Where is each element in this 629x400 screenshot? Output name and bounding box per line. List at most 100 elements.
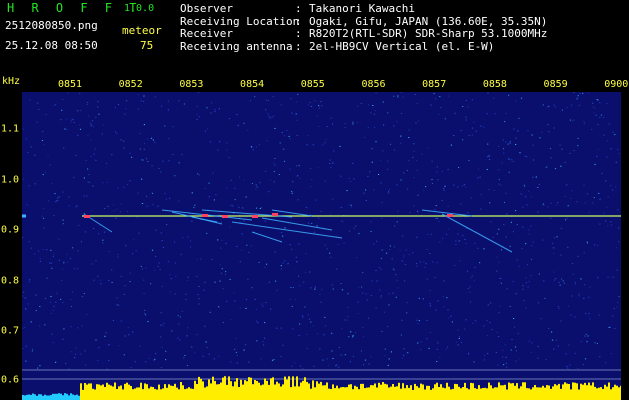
noise-speck bbox=[457, 344, 459, 346]
noise-speck bbox=[522, 206, 524, 208]
noise-speck bbox=[145, 267, 147, 269]
noise-speck bbox=[515, 210, 517, 212]
noise-speck bbox=[512, 231, 514, 233]
noise-speck bbox=[335, 235, 337, 237]
signal-level-bar bbox=[226, 384, 228, 400]
noise-speck bbox=[473, 280, 475, 282]
signal-level-bar bbox=[526, 388, 528, 400]
signal-level-bar bbox=[476, 388, 478, 400]
signal-level-bar bbox=[242, 384, 244, 400]
noise-speck bbox=[139, 133, 141, 134]
noise-speck bbox=[504, 121, 506, 123]
noise-speck bbox=[465, 242, 467, 244]
signal-level-bar bbox=[384, 383, 386, 400]
noise-speck bbox=[230, 319, 232, 321]
noise-speck bbox=[234, 348, 236, 350]
noise-speck bbox=[463, 183, 466, 185]
signal-level-bar bbox=[264, 378, 266, 400]
noise-speck bbox=[487, 156, 489, 158]
noise-speck bbox=[588, 296, 590, 298]
noise-speck bbox=[220, 221, 222, 223]
noise-speck bbox=[320, 301, 322, 303]
signal-level-bar bbox=[198, 376, 200, 400]
noise-speck bbox=[550, 217, 552, 219]
noise-speck bbox=[606, 156, 608, 158]
noise-speck bbox=[564, 161, 566, 163]
signal-level-bar bbox=[550, 388, 552, 400]
noise-speck bbox=[251, 287, 253, 289]
noise-speck bbox=[340, 175, 342, 177]
noise-speck bbox=[578, 293, 580, 295]
noise-speck bbox=[93, 279, 95, 281]
noise-speck bbox=[570, 104, 573, 106]
noise-speck bbox=[266, 140, 268, 142]
signal-level-bar bbox=[470, 382, 472, 400]
noise-speck bbox=[607, 326, 610, 328]
noise-speck bbox=[326, 248, 328, 250]
noise-speck bbox=[572, 120, 574, 122]
noise-speck bbox=[443, 280, 445, 282]
noise-speck bbox=[100, 283, 102, 285]
noise-speck bbox=[167, 109, 169, 111]
noise-speck bbox=[64, 128, 66, 130]
signal-level-bar bbox=[120, 385, 122, 400]
noise-speck bbox=[435, 205, 437, 207]
noise-speck bbox=[243, 349, 245, 351]
noise-speck bbox=[52, 309, 54, 311]
noise-speck bbox=[332, 123, 334, 125]
signal-level-bar bbox=[536, 387, 538, 400]
noise-speck bbox=[165, 350, 167, 352]
noise-speck bbox=[58, 238, 60, 240]
noise-speck bbox=[144, 313, 146, 315]
noise-speck bbox=[151, 192, 154, 194]
noise-speck bbox=[160, 232, 162, 234]
noise-speck bbox=[360, 102, 362, 104]
noise-speck bbox=[378, 174, 380, 175]
noise-speck bbox=[43, 144, 45, 146]
noise-speck bbox=[618, 241, 620, 243]
signal-level-bar bbox=[602, 389, 604, 400]
noise-speck bbox=[276, 289, 278, 291]
noise-speck bbox=[62, 191, 64, 193]
noise-speck bbox=[381, 331, 383, 332]
frequency-tick-label: 0.6 bbox=[1, 374, 20, 386]
noise-speck bbox=[306, 333, 308, 335]
noise-speck bbox=[530, 225, 532, 227]
noise-speck bbox=[266, 263, 268, 265]
signal-level-bar bbox=[96, 384, 98, 400]
noise-speck bbox=[56, 199, 58, 201]
noise-speck bbox=[125, 108, 127, 110]
noise-speck bbox=[458, 336, 460, 337]
noise-speck bbox=[73, 122, 75, 123]
info-value: Takanori Kawachi bbox=[309, 2, 415, 15]
noise-speck bbox=[118, 345, 120, 347]
noise-speck bbox=[256, 320, 258, 322]
noise-speck bbox=[380, 268, 382, 270]
noise-speck bbox=[497, 364, 499, 366]
noise-speck bbox=[531, 245, 533, 247]
noise-speck bbox=[58, 259, 60, 261]
noise-speck bbox=[300, 365, 302, 367]
noise-speck bbox=[238, 206, 240, 208]
signal-level-bar bbox=[348, 384, 350, 400]
noise-speck bbox=[51, 333, 53, 335]
noise-speck bbox=[503, 152, 505, 154]
noise-speck bbox=[222, 322, 224, 323]
signal-level-bar bbox=[238, 387, 240, 400]
noise-speck bbox=[126, 211, 129, 212]
noise-speck bbox=[381, 249, 383, 251]
noise-speck bbox=[142, 101, 145, 102]
noise-speck bbox=[618, 153, 620, 155]
noise-speck bbox=[85, 364, 87, 366]
noise-speck bbox=[94, 148, 96, 150]
noise-speck bbox=[233, 292, 235, 294]
signal-level-bar bbox=[608, 382, 610, 400]
noise-speck bbox=[178, 162, 180, 164]
noise-speck bbox=[472, 322, 474, 324]
signal-level-bar bbox=[136, 387, 138, 400]
noise-speck bbox=[528, 281, 530, 282]
noise-speck bbox=[386, 169, 389, 170]
signal-level-bar bbox=[82, 389, 84, 400]
noise-speck bbox=[75, 154, 77, 156]
noise-speck bbox=[197, 173, 199, 175]
